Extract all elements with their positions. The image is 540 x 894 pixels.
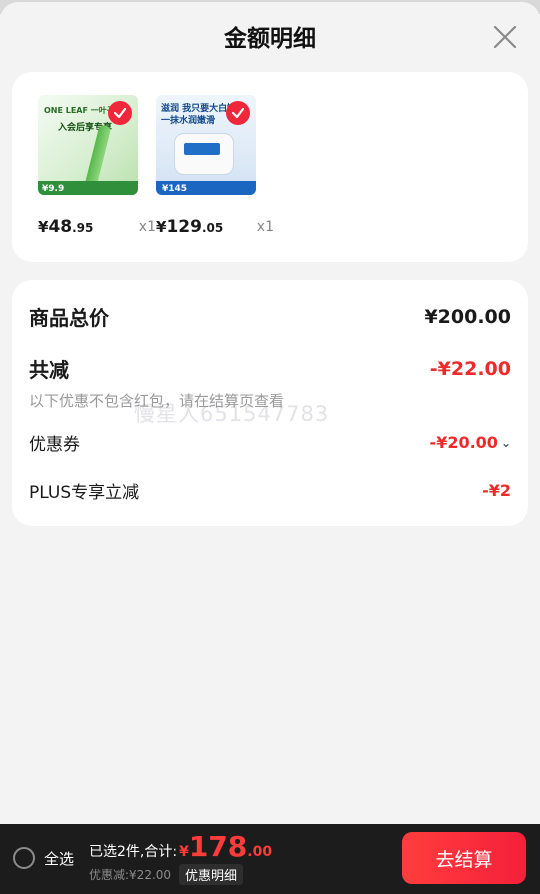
price-integer: 48: [48, 217, 73, 237]
coupon-label: 优惠券: [29, 435, 80, 455]
select-all-toggle[interactable]: 全选: [13, 847, 74, 869]
checkout-bar: 全选 已选2件,合计: ¥ 178 .00 优惠减:¥22.00 优惠明细 去结…: [0, 824, 540, 894]
product-bottle-graphic: [84, 124, 112, 188]
total-reduction-value: -¥22.00: [429, 357, 511, 380]
discount-summary: 优惠减:¥22.00: [89, 868, 172, 882]
product-item[interactable]: ONE LEAF 一叶子 入会后享专享 ¥9.9 ¥ 48 .95 x1: [38, 95, 156, 237]
chevron-down-icon[interactable]: ⌄: [501, 436, 511, 450]
total-line: 已选2件,合计: ¥ 178 .00: [89, 830, 272, 863]
product-price: ¥ 48 .95: [38, 217, 142, 237]
order-summary: 已选2件,合计: ¥ 178 .00 优惠减:¥22.00 优惠明细: [89, 830, 272, 885]
price-integer: 129: [166, 217, 202, 237]
selected-check-icon[interactable]: [108, 101, 132, 125]
sheet-title: 金额明细: [224, 26, 316, 52]
total-price-row: 商品总价 ¥200.00: [29, 302, 511, 331]
close-icon: [493, 25, 517, 49]
sheet-header: 金额明细: [0, 2, 540, 70]
total-currency: ¥: [179, 844, 189, 860]
checkout-button[interactable]: 去结算: [402, 832, 526, 884]
plus-discount-label: PLUS专享立减: [29, 483, 140, 503]
coupon-row[interactable]: 优惠券 -¥20.00 ⌄: [29, 430, 511, 455]
select-all-label: 全选: [44, 849, 75, 868]
checkmark-icon: [113, 107, 127, 119]
product-jar-label: [184, 143, 220, 155]
plus-discount-value: -¥2: [482, 481, 511, 500]
total-reduction-row: 共减 -¥22.00: [29, 354, 511, 383]
total-integer: 178: [188, 830, 248, 863]
close-button[interactable]: [490, 22, 520, 52]
product-quantity: x1: [256, 219, 274, 235]
radio-unchecked-icon[interactable]: [13, 847, 35, 869]
amount-detail-sheet: 金额明细 ONE LEAF 一叶子 入会后享专享 ¥9.9 ¥ 48 .95 x…: [0, 2, 540, 894]
thumb-brand-text: ONE LEAF 一叶子: [44, 106, 115, 115]
discount-note: 以下优惠不包含红包，请在结算页查看: [29, 392, 285, 410]
discount-detail-button[interactable]: 优惠明细: [179, 864, 244, 885]
price-decimal: .05: [201, 221, 224, 235]
plus-discount-row: PLUS专享立减 -¥2: [29, 478, 511, 503]
total-price-value: ¥200.00: [424, 305, 511, 328]
discount-line: 优惠减:¥22.00 优惠明细: [89, 864, 272, 885]
price-currency: ¥: [38, 218, 49, 236]
thumb-promo-text-2: 一抹水润嫩滑: [161, 116, 216, 126]
product-image[interactable]: ONE LEAF 一叶子 入会后享专享 ¥9.9: [38, 95, 138, 195]
product-quantity: x1: [138, 219, 156, 235]
thumb-price-text: ¥9.9: [42, 184, 65, 194]
products-card: ONE LEAF 一叶子 入会后享专享 ¥9.9 ¥ 48 .95 x1 滋润 …: [12, 72, 528, 262]
product-price: ¥ 129 .05: [156, 217, 260, 237]
total-reduction-label: 共减: [29, 358, 69, 382]
price-details-card: 商品总价 ¥200.00 共减 -¥22.00 以下优惠不包含红包，请在结算页查…: [12, 280, 528, 526]
selected-check-icon[interactable]: [226, 101, 250, 125]
price-decimal: .95: [72, 221, 94, 235]
product-image[interactable]: 滋润 我只要大白罐 一抹水润嫩滑 ¥145: [156, 95, 256, 195]
product-item[interactable]: 滋润 我只要大白罐 一抹水润嫩滑 ¥145 ¥ 129 .05 x1: [156, 95, 274, 237]
checkmark-icon: [231, 107, 245, 119]
coupon-amount: -¥20.00: [429, 433, 498, 452]
thumb-price-text: ¥145: [162, 184, 188, 194]
total-price-label: 商品总价: [29, 306, 109, 330]
price-currency: ¥: [156, 218, 167, 236]
coupon-value[interactable]: -¥20.00 ⌄: [430, 433, 511, 452]
selected-count-text: 已选2件,合计:: [89, 844, 178, 860]
total-decimal: .00: [247, 844, 273, 860]
